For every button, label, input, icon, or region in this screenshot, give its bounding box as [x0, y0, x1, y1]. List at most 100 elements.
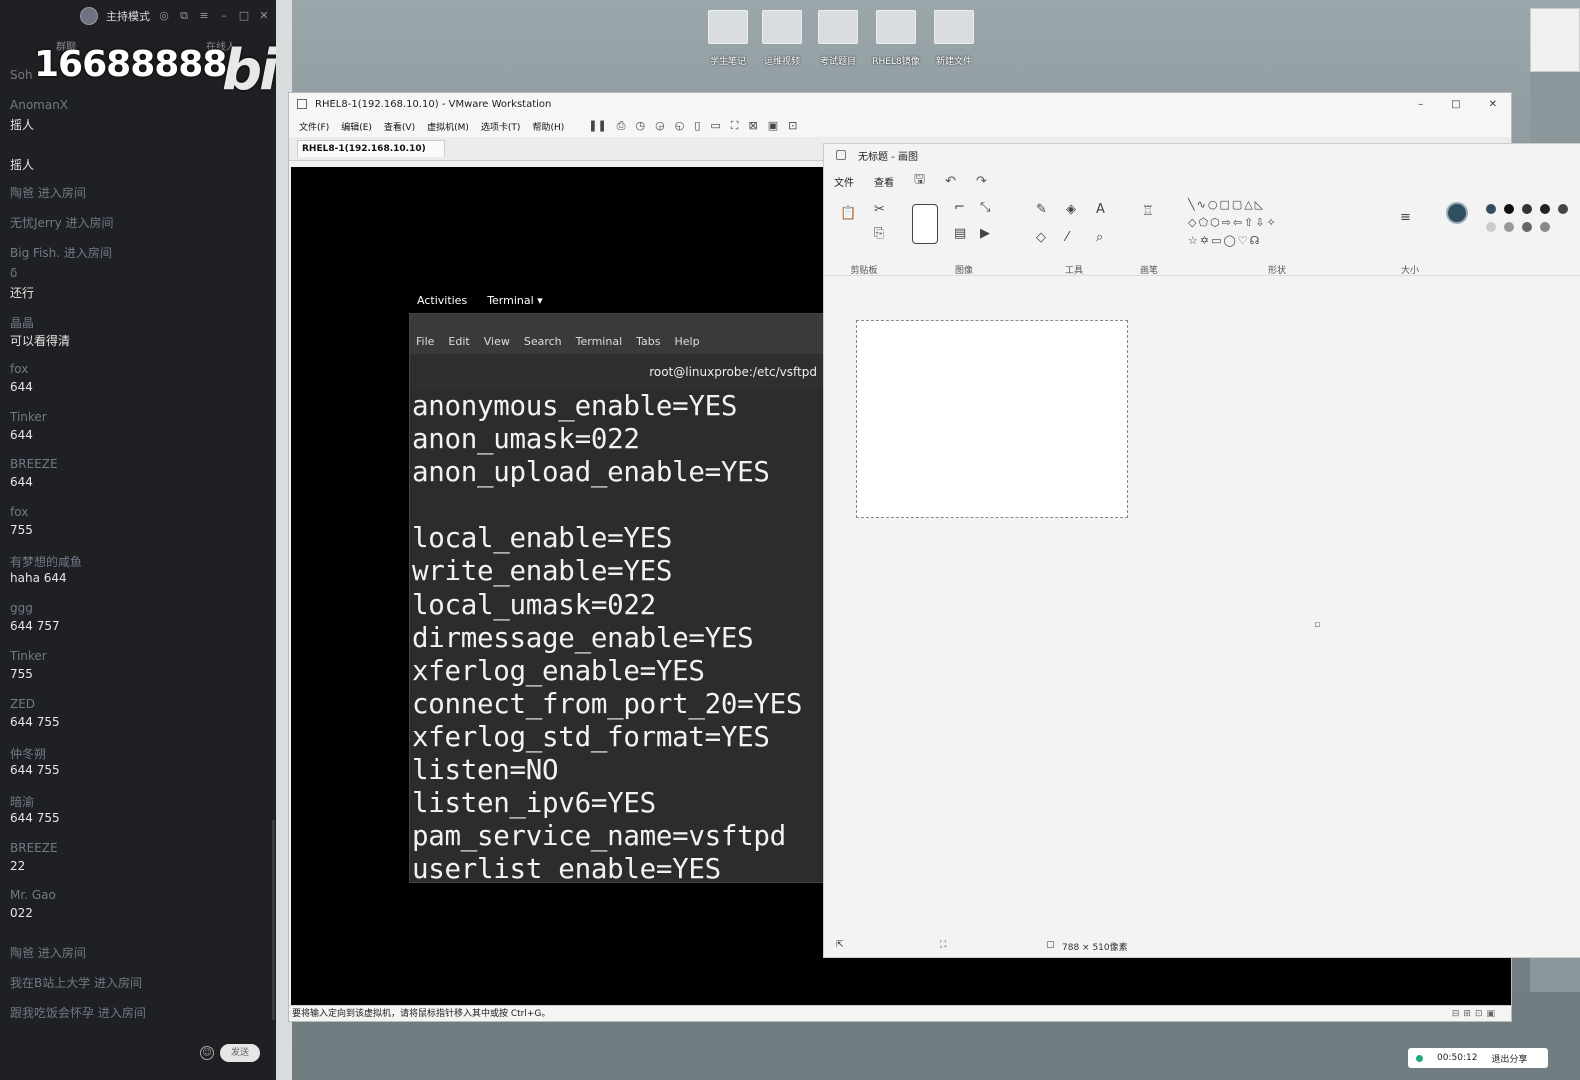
maximize-icon[interactable]: □ [238, 10, 250, 22]
save-icon[interactable]: 🖫 [914, 170, 925, 192]
term-menu-help[interactable]: Help [675, 335, 700, 348]
popout-icon[interactable]: ⧉ [178, 10, 190, 22]
term-menu-terminal[interactable]: Terminal [576, 335, 623, 348]
side-widget[interactable] [1530, 8, 1580, 72]
thumbnail-icon[interactable]: ▭ [710, 119, 720, 133]
redo-icon[interactable]: ↷ [976, 174, 987, 189]
terminal-window[interactable]: File Edit View Search Terminal Tabs Help… [409, 313, 824, 883]
chat-username[interactable]: 仲冬朔 [10, 745, 46, 762]
chat-username[interactable]: AnomanX [10, 98, 68, 112]
minimize-icon[interactable]: – [1418, 99, 1423, 110]
cut-icon[interactable]: ✂ [874, 202, 885, 217]
desktop-icon[interactable]: 学生笔记 [700, 10, 756, 67]
menu-vm[interactable]: 虚拟机(M) [427, 120, 469, 133]
color-swatch[interactable] [1540, 222, 1550, 232]
chat-username[interactable]: Tinker [10, 410, 47, 424]
paint-canvas[interactable] [856, 320, 1128, 518]
chat-username[interactable]: fox [10, 362, 28, 376]
chat-username[interactable]: 暗渝 [10, 793, 34, 810]
host-avatar[interactable] [80, 7, 98, 25]
console-icon[interactable]: ▣ [768, 119, 778, 133]
device-icons[interactable]: ⊟⊞⊡▣ [1452, 1006, 1499, 1022]
color-swatch[interactable] [1522, 204, 1532, 214]
chat-username[interactable]: ggg [10, 601, 33, 615]
revert-snapshot-icon[interactable]: ◶ [655, 119, 665, 133]
minimize-icon[interactable]: – [218, 10, 230, 22]
menu-file[interactable]: 文件(F) [299, 120, 329, 133]
color-picker-icon[interactable]: ⁄ [1066, 230, 1068, 245]
color-swatch[interactable] [1558, 204, 1568, 214]
image-icon[interactable]: ▤ [954, 226, 966, 241]
menu-help[interactable]: 帮助(H) [532, 120, 564, 133]
chat-username[interactable]: ZED [10, 697, 35, 711]
desktop-icon[interactable]: 新建文件 [926, 10, 982, 67]
eraser-icon[interactable]: ◇ [1036, 230, 1046, 245]
pause-icon[interactable]: ❚❚ [588, 119, 606, 133]
primary-color-swatch[interactable] [1446, 202, 1468, 224]
menu-view[interactable]: 查看(V) [384, 120, 415, 133]
color-swatch[interactable] [1504, 204, 1514, 214]
settings-icon[interactable]: ◎ [158, 10, 170, 22]
vm-tab[interactable]: RHEL8-1(192.168.10.10) [297, 140, 445, 157]
snapshot-manager-icon[interactable]: ◵ [675, 119, 685, 133]
crop-icon[interactable]: ⌐ [954, 200, 965, 215]
color-swatch[interactable] [1486, 204, 1496, 214]
chat-username[interactable]: Tinker [10, 649, 47, 663]
paint-menu-view[interactable]: 查看 [874, 174, 894, 189]
chat-username[interactable]: δ [10, 266, 17, 280]
copy-icon[interactable]: ⎘ [874, 226, 884, 241]
paint-menu-file[interactable]: 文件 [834, 174, 854, 189]
desktop-icon[interactable]: RHEL8镜像 [868, 10, 924, 67]
fullscreen-icon[interactable]: ⛶ [731, 119, 739, 133]
close-icon[interactable]: ✕ [1489, 99, 1497, 110]
maximize-icon[interactable]: □ [1451, 99, 1460, 110]
color-swatch[interactable] [1486, 222, 1496, 232]
activities-button[interactable]: Activities [417, 294, 467, 307]
paste-icon[interactable]: 📋 [840, 206, 856, 221]
send-keys-icon[interactable]: ⎙ [617, 119, 626, 133]
menu-edit[interactable]: 编辑(E) [341, 120, 372, 133]
menu-tabs[interactable]: 选项卡(T) [481, 120, 521, 133]
color-swatch[interactable] [1540, 204, 1550, 214]
chat-username[interactable]: BREEZE [10, 457, 58, 471]
term-menu-tabs[interactable]: Tabs [636, 335, 660, 348]
term-menu-search[interactable]: Search [524, 335, 562, 348]
brush-icon[interactable]: ♖ [1142, 204, 1154, 219]
menu-icon[interactable]: ≡ [198, 10, 210, 22]
undo-icon[interactable]: ↶ [945, 174, 956, 189]
send-button[interactable]: 发送 [220, 1044, 260, 1062]
color-swatch[interactable] [1504, 222, 1514, 232]
unity-icon[interactable]: ⊠ [748, 119, 757, 133]
rotate-icon[interactable]: ▶ [980, 226, 990, 241]
color-swatch[interactable] [1522, 222, 1532, 232]
chat-username[interactable]: Mr. Gao [10, 888, 56, 902]
snapshot-icon[interactable]: ◷ [635, 119, 645, 133]
terminal-output[interactable]: anonymous_enable=YES anon_umask=022 anon_u… [410, 390, 823, 882]
terminal-app-menu[interactable]: Terminal ▾ [487, 294, 543, 307]
size-icon[interactable]: ≡ [1400, 210, 1411, 225]
stop-share-button[interactable]: 退出分享 [1491, 1052, 1527, 1065]
magnifier-icon[interactable]: ⌕ [1096, 230, 1103, 245]
desktop-icon[interactable]: 考试题目 [810, 10, 866, 67]
desktop-icon[interactable]: 运维视频 [754, 10, 810, 67]
chat-scrollbar[interactable] [272, 820, 275, 1020]
chat-username[interactable]: fox [10, 505, 28, 519]
text-icon[interactable]: A [1096, 202, 1105, 217]
shapes-gallery[interactable]: ╲∿○□▢△◺ [1188, 198, 1265, 211]
library-icon[interactable]: ▯ [694, 119, 700, 133]
term-menu-edit[interactable]: Edit [448, 335, 469, 348]
pencil-icon[interactable]: ✎ [1036, 202, 1047, 217]
stretch-icon[interactable]: ⊡ [788, 119, 797, 133]
shapes-gallery-row2[interactable]: ◇⬠⬡⇨⇦⇧⇩✧ [1188, 216, 1278, 229]
resize-icon[interactable]: ⤡ [980, 200, 990, 215]
chat-username[interactable]: 有梦想的咸鱼 [10, 553, 82, 570]
close-icon[interactable]: ✕ [258, 10, 270, 22]
fill-icon[interactable]: ◈ [1066, 202, 1076, 217]
term-menu-file[interactable]: File [416, 335, 434, 348]
chat-username[interactable]: 晶晶 [10, 314, 34, 331]
chat-username[interactable]: BREEZE [10, 841, 58, 855]
select-tool[interactable] [912, 204, 938, 244]
term-menu-view[interactable]: View [484, 335, 510, 348]
shapes-gallery-row3[interactable]: ☆✡▭◯♡☊ [1188, 234, 1261, 247]
emoji-icon[interactable]: ☺ [200, 1046, 214, 1060]
